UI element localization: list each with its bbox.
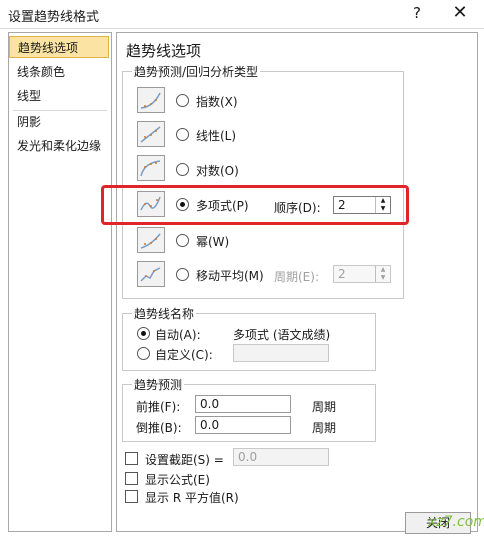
forward-input[interactable]: 0.0 — [195, 395, 291, 413]
sidebar-item-shadow[interactable]: 阴影 — [9, 111, 109, 133]
period-label: 周期(E): — [274, 270, 319, 284]
close-icon[interactable]: ✕ — [448, 2, 472, 23]
backward-input[interactable]: 0.0 — [195, 416, 291, 434]
set-intercept-checkbox[interactable] — [125, 452, 138, 465]
period-increment-icon[interactable]: ▲ — [376, 266, 390, 274]
exponential-trendline-icon — [137, 87, 165, 113]
display-equation-checkbox[interactable] — [125, 472, 138, 485]
sidebar-item-trendline-options[interactable]: 趋势线选项 — [9, 36, 109, 58]
period-stepper[interactable]: 2 ▲ ▼ — [333, 265, 391, 283]
moving-average-radio[interactable] — [176, 268, 189, 281]
linear-radio[interactable] — [176, 128, 189, 141]
logarithmic-trendline-icon — [137, 155, 165, 181]
power-radio[interactable] — [176, 234, 189, 247]
moving-average-label: 移动平均(M) — [196, 269, 264, 283]
moving-average-trendline-icon — [137, 261, 165, 287]
window-title: 设置趋势线格式 — [8, 10, 100, 25]
trend-type-group-label: 趋势预测/回归分析类型 — [132, 63, 261, 80]
forward-label: 前推(F): — [136, 400, 181, 414]
panel-heading: 趋势线选项 — [126, 42, 202, 60]
auto-name-label: 自动(A): — [155, 328, 201, 342]
display-equation-label: 显示公式(E) — [145, 473, 210, 487]
sidebar-item-line-style[interactable]: 线型 — [9, 85, 109, 107]
exponential-radio[interactable] — [176, 94, 189, 107]
backward-label: 倒推(B): — [136, 421, 182, 435]
title-bar: 设置趋势线格式 ? ✕ — [0, 0, 484, 29]
help-icon[interactable]: ? — [408, 4, 426, 22]
period-decrement-icon[interactable]: ▼ — [376, 274, 390, 282]
display-r-squared-label: 显示 R 平方值(R) — [145, 491, 239, 505]
power-label: 幂(W) — [196, 235, 230, 249]
auto-name-radio[interactable] — [137, 327, 150, 340]
backward-unit: 周期 — [312, 421, 337, 435]
custom-name-label: 自定义(C): — [155, 348, 213, 362]
watermark: xz7.com — [428, 514, 484, 530]
logarithmic-radio[interactable] — [176, 163, 189, 176]
polynomial-highlight-box — [101, 185, 409, 225]
exponential-label: 指数(X) — [196, 95, 238, 109]
forecast-group-label: 趋势预测 — [132, 376, 185, 393]
set-intercept-label: 设置截距(S) = — [145, 453, 224, 467]
intercept-input[interactable]: 0.0 — [233, 448, 329, 466]
sidebar-item-line-color[interactable]: 线条颜色 — [9, 61, 109, 83]
custom-name-radio[interactable] — [137, 347, 150, 360]
custom-name-input[interactable] — [233, 344, 329, 362]
power-trendline-icon — [137, 227, 165, 253]
period-value: 2 — [338, 267, 346, 281]
forward-unit: 周期 — [312, 400, 337, 414]
linear-label: 线性(L) — [196, 129, 237, 143]
trendline-name-group-label: 趋势线名称 — [132, 305, 197, 322]
logarithmic-label: 对数(O) — [196, 164, 239, 178]
sidebar-item-glow-soft-edges[interactable]: 发光和柔化边缘 — [9, 135, 109, 157]
sidebar: 趋势线选项 线条颜色 线型 阴影 发光和柔化边缘 — [8, 32, 112, 532]
display-r-squared-checkbox[interactable] — [125, 490, 138, 503]
auto-name-value: 多项式 (语文成绩) — [233, 328, 331, 342]
linear-trendline-icon — [137, 121, 165, 147]
